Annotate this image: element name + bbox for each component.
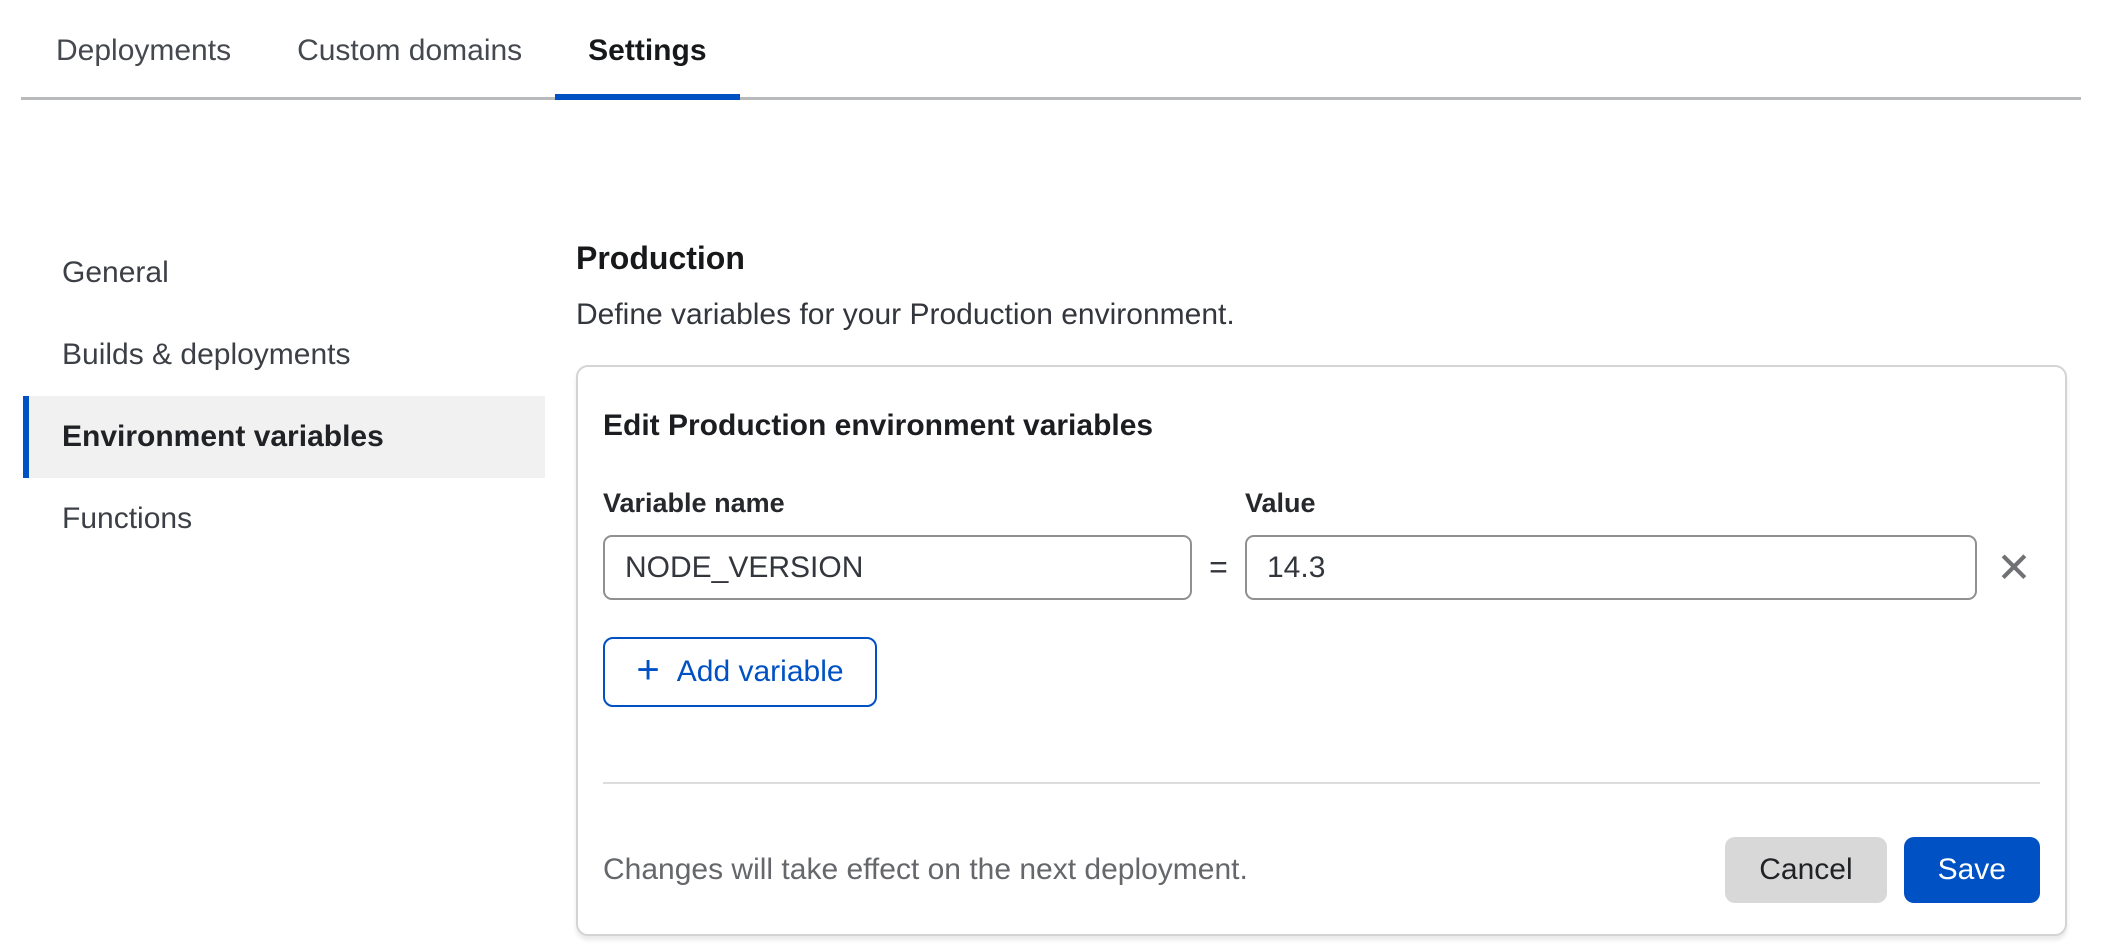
add-variable-label: Add variable — [677, 655, 844, 689]
sidebar-item-builds-deployments[interactable]: Builds & deployments — [23, 314, 545, 396]
card-title: Edit Production environment variables — [603, 408, 2040, 443]
variable-value-field-group: Value — [1245, 488, 1977, 600]
sidebar-item-general[interactable]: General — [23, 232, 545, 314]
variable-name-field-group: Variable name — [603, 488, 1192, 600]
equals-sign: = — [1192, 535, 1245, 600]
tab-settings[interactable]: Settings — [555, 34, 739, 97]
sidebar-item-functions[interactable]: Functions — [23, 478, 545, 560]
cancel-button[interactable]: Cancel — [1725, 837, 1886, 903]
environment-variables-panel: Production Define variables for your Pro… — [576, 100, 2067, 936]
tab-custom-domains[interactable]: Custom domains — [264, 34, 555, 97]
sidebar-item-environment-variables[interactable]: Environment variables — [23, 396, 545, 478]
close-icon: ✕ — [1996, 547, 2031, 589]
card-footer: Changes will take effect on the next dep… — [603, 837, 2040, 903]
variable-row: Variable name = Value ✕ — [603, 488, 2040, 600]
footer-actions: Cancel Save — [1725, 837, 2040, 903]
variable-name-label: Variable name — [603, 488, 1192, 519]
edit-variables-card: Edit Production environment variables Va… — [576, 365, 2067, 936]
variable-value-input[interactable] — [1245, 535, 1977, 600]
deployment-note: Changes will take effect on the next dep… — [603, 853, 1248, 887]
settings-sidebar: General Builds & deployments Environment… — [0, 100, 576, 560]
save-button[interactable]: Save — [1904, 837, 2040, 903]
add-variable-button[interactable]: + Add variable — [603, 637, 877, 707]
variable-value-label: Value — [1245, 488, 1977, 519]
section-description: Define variables for your Production env… — [576, 297, 2067, 332]
variable-name-input[interactable] — [603, 535, 1192, 600]
settings-content: General Builds & deployments Environment… — [0, 100, 2121, 936]
card-divider — [603, 782, 2040, 784]
tab-deployments[interactable]: Deployments — [23, 34, 264, 97]
plus-icon: + — [636, 648, 659, 693]
project-tab-bar: Deployments Custom domains Settings — [21, 0, 2081, 100]
remove-variable-button[interactable]: ✕ — [1977, 535, 2051, 600]
section-title-production: Production — [576, 240, 2067, 277]
